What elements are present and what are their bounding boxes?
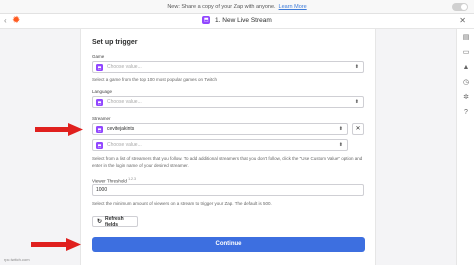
continue-button[interactable]: Continue [92, 237, 365, 252]
clock-icon[interactable]: ◷ [461, 78, 471, 88]
game-placeholder: Choose value... [107, 64, 142, 70]
streamer-help: Select from a list of streamers that you… [92, 156, 363, 168]
menu-icon[interactable]: ▤ [461, 33, 471, 43]
twitch-icon: ⬒ [202, 16, 211, 25]
streamer-value: cevitejakints [107, 126, 135, 132]
step-title-text: 1. New Live Stream [215, 17, 272, 24]
step-title: ⬒ 1. New Live Stream ✕ [0, 16, 474, 26]
learn-more-link[interactable]: Learn More [279, 4, 307, 10]
banner-text: New: Share a copy of your Zap with anyon… [167, 3, 276, 10]
game-label: Game [92, 54, 105, 59]
twitch-icon: ⬒ [96, 63, 103, 71]
streamer-select-2[interactable]: ⬒ Choose value... ⬍ [92, 139, 348, 151]
streamer-placeholder: Choose value... [107, 142, 142, 148]
twitch-icon: ⬒ [96, 98, 103, 106]
warning-icon[interactable]: ▲ [461, 63, 471, 73]
game-help: Select a game from the top 100 most popu… [92, 77, 217, 82]
viewer-threshold-input[interactable]: 1000 [92, 184, 364, 196]
twitch-icon: ⬒ [96, 141, 103, 149]
close-icon[interactable]: ✕ [459, 16, 466, 26]
streamer-select[interactable]: ⬒ cevitejakints ⬍ [92, 123, 348, 135]
viewer-threshold-hint: 1.2.3 [128, 177, 136, 181]
viewer-threshold-label: Viewer Threshold 1.2.3 [92, 177, 136, 184]
language-select[interactable]: ⬒ Choose value... ⬍ [92, 96, 364, 108]
remove-streamer-button[interactable]: ✕ [352, 123, 364, 135]
settings-icon[interactable]: ✲ [461, 93, 471, 103]
game-select[interactable]: ⬒ Choose value... ⬍ [92, 61, 364, 73]
refresh-icon: ↻ [97, 219, 103, 225]
viewer-threshold-value: 1000 [96, 187, 108, 193]
streamer-label: Streamer [92, 116, 111, 121]
refresh-fields-button[interactable]: ↻ Refresh fields [92, 215, 138, 228]
updown-chevron-icon: ⬍ [338, 142, 343, 148]
section-heading: Set up trigger [92, 39, 138, 46]
arrow-right-icon [31, 238, 81, 251]
refresh-label: Refresh fields [105, 215, 124, 228]
announcement-banner: New: Share a copy of your Zap with anyon… [0, 0, 474, 14]
notes-icon[interactable]: ▭ [461, 48, 471, 58]
updown-chevron-icon: ⬍ [354, 99, 359, 105]
language-label: Language [92, 89, 113, 94]
updown-chevron-icon: ⬍ [338, 126, 343, 132]
twitch-icon: ⬒ [96, 125, 103, 133]
editor-topbar: ‹ ✹ ⬒ 1. New Live Stream ✕ [0, 14, 474, 29]
banner-toggle[interactable] [452, 3, 468, 11]
viewer-threshold-help: Select the minimum amount of viewers on … [92, 201, 272, 206]
help-icon[interactable]: ? [461, 108, 471, 118]
arrow-right-icon [35, 123, 83, 136]
language-placeholder: Choose value... [107, 99, 142, 105]
updown-chevron-icon: ⬍ [354, 64, 359, 70]
setup-trigger-panel: Set up trigger Game ⬒ Choose value... ⬍ … [80, 29, 376, 265]
right-sidebar: ▤ ▭ ▲ ◷ ✲ ? [456, 29, 474, 265]
status-footer: rpc.twitch.com [4, 257, 30, 262]
viewer-threshold-label-text: Viewer Threshold [92, 178, 127, 184]
